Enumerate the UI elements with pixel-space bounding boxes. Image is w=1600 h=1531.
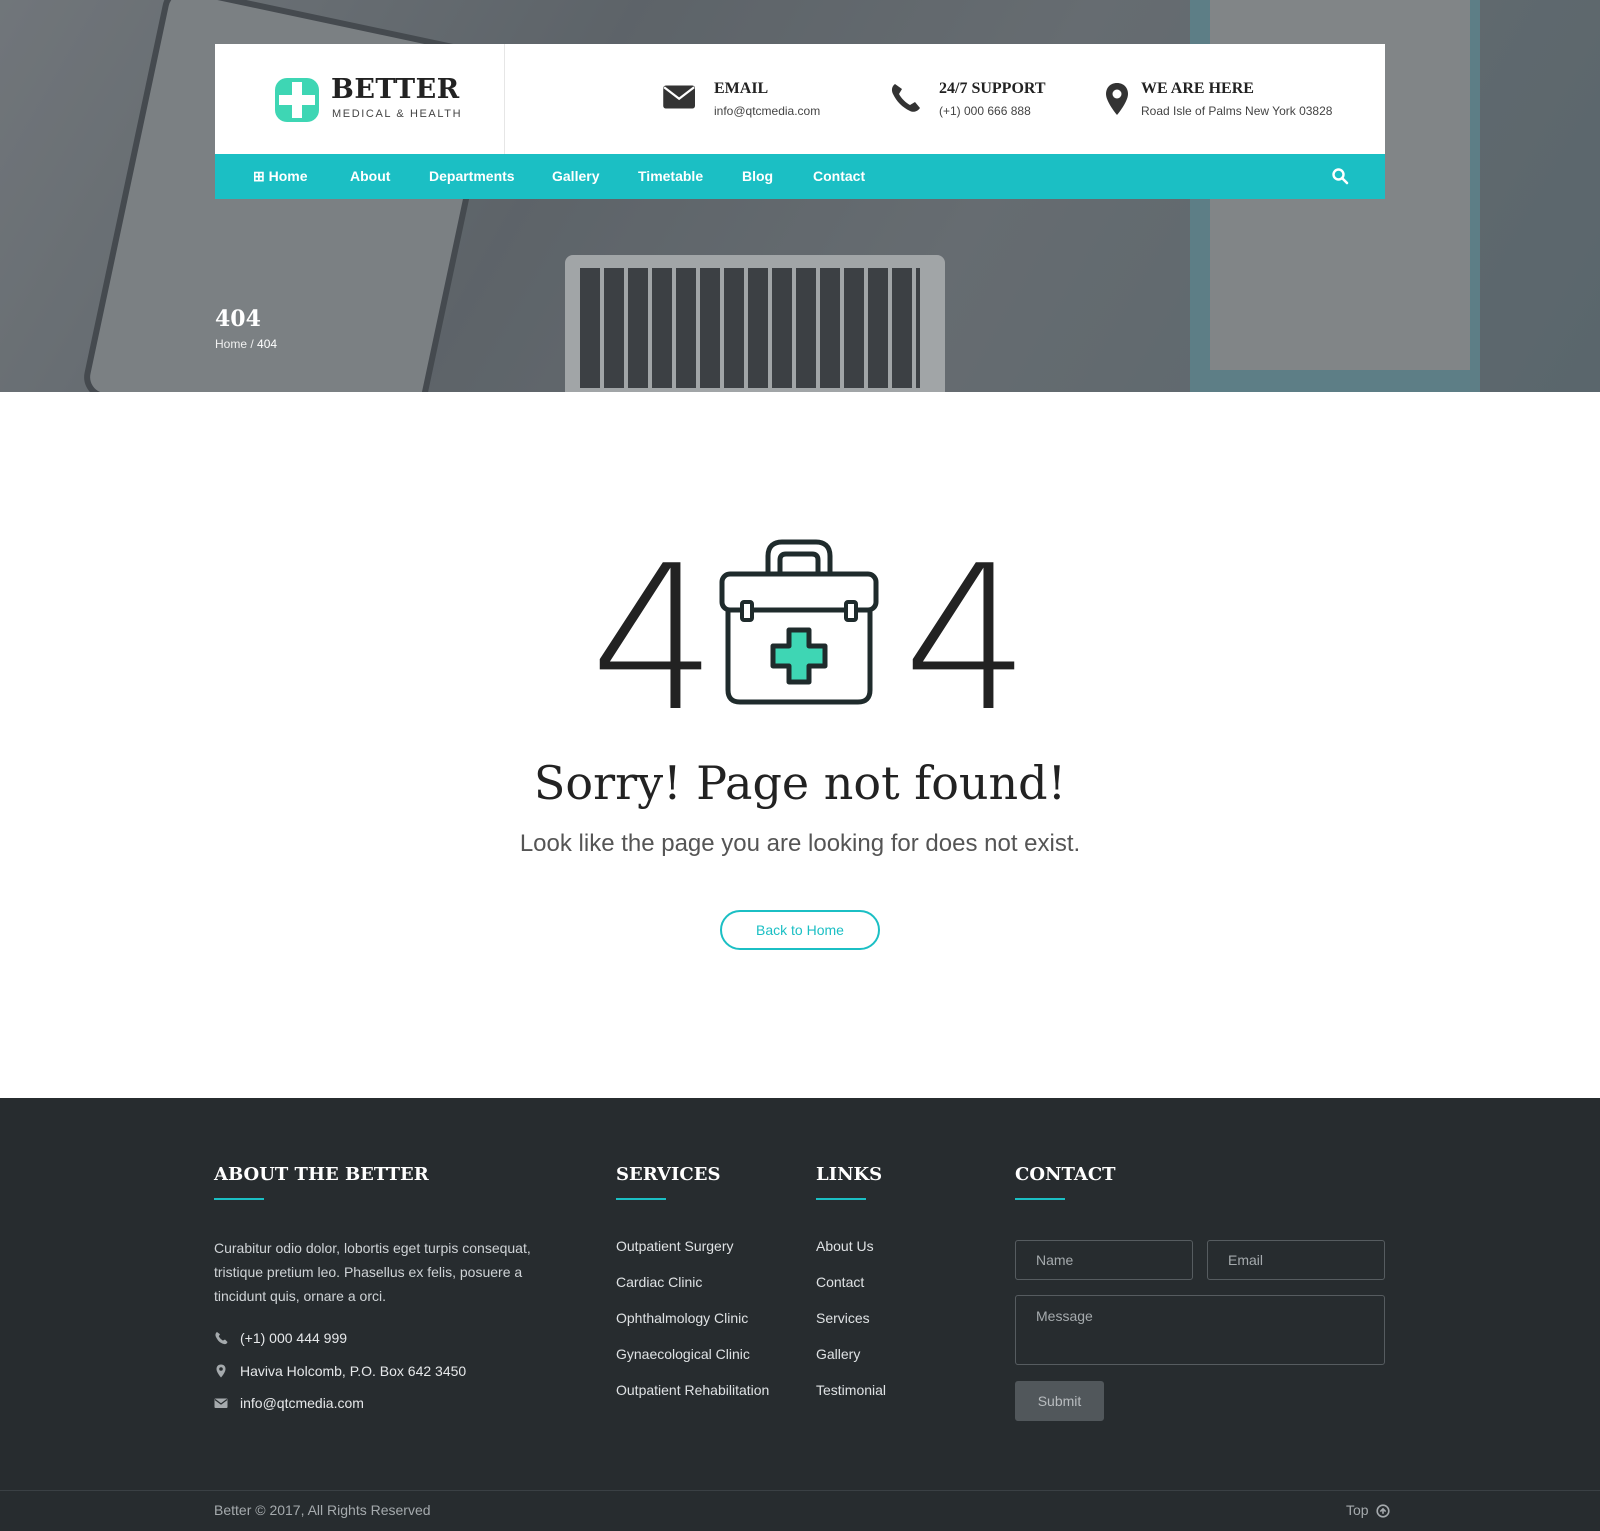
map-marker-icon (1106, 83, 1128, 115)
footer-links-heading: LINKS (816, 1164, 883, 1185)
support-value[interactable]: (+1) 000 666 888 (939, 104, 1031, 118)
logo[interactable]: BETTER MEDICAL & HEALTH (215, 44, 505, 154)
medical-cross-icon (275, 78, 319, 122)
back-to-top-link[interactable]: Top (1346, 1502, 1390, 1518)
email-title: EMAIL (714, 80, 769, 97)
footer-about-underline (214, 1198, 264, 1200)
footer-phone-text[interactable]: (+1) 000 444 999 (240, 1330, 347, 1346)
footer-link[interactable]: About Us (816, 1238, 874, 1254)
envelope-icon (663, 85, 695, 109)
envelope-icon (214, 1398, 228, 1408)
map-marker-icon (216, 1364, 226, 1378)
breadcrumb-current: 404 (257, 337, 278, 351)
footer-service-link[interactable]: Cardiac Clinic (616, 1274, 702, 1290)
back-to-home-button[interactable]: Back to Home (720, 910, 880, 950)
site-footer: ABOUT THE BETTER Curabitur odio dolor, l… (0, 1098, 1600, 1531)
footer-link[interactable]: Gallery (816, 1346, 860, 1362)
error-digit-left: 4 (590, 523, 718, 756)
arrow-up-circle-icon (1376, 1504, 1390, 1518)
location-value: Road Isle of Palms New York 03828 (1141, 104, 1333, 118)
footer-service-link[interactable]: Ophthalmology Clinic (616, 1310, 748, 1326)
first-aid-kit-icon (719, 539, 879, 705)
error-heading: Sorry! Page not found! (533, 756, 1067, 810)
footer-service-link[interactable]: Gynaecological Clinic (616, 1346, 750, 1362)
footer-services-heading: SERVICES (616, 1164, 721, 1185)
phone-icon (891, 84, 920, 112)
email-value[interactable]: info@qtcmedia.com (714, 104, 820, 118)
back-to-top-label: Top (1346, 1502, 1369, 1518)
search-icon[interactable] (1331, 167, 1349, 185)
footer-email-text[interactable]: info@qtcmedia.com (240, 1395, 364, 1411)
contact-email-field[interactable] (1207, 1240, 1385, 1280)
footer-contact-underline (1015, 1198, 1065, 1200)
site-header: BETTER MEDICAL & HEALTH EMAIL info@qtcme… (215, 44, 1385, 154)
error-subheading: Look like the page you are looking for d… (519, 830, 1081, 857)
error-digit-right: 4 (903, 523, 1031, 756)
phone-icon (215, 1332, 228, 1345)
page-title: 404 (215, 306, 261, 332)
footer-about-heading: ABOUT THE BETTER (214, 1164, 429, 1185)
footer-contact-heading: CONTACT (1015, 1164, 1116, 1185)
brand-tagline: MEDICAL & HEALTH (332, 108, 463, 120)
footer-link[interactable]: Testimonial (816, 1382, 886, 1398)
footer-link[interactable]: Contact (816, 1274, 864, 1290)
footer-links-underline (816, 1198, 866, 1200)
nav-about[interactable]: About (350, 154, 390, 199)
footer-services-underline (616, 1198, 666, 1200)
breadcrumb-home[interactable]: Home (215, 337, 247, 351)
footer-about-text: Curabitur odio dolor, lobortis eget turp… (214, 1240, 531, 1304)
copyright: Better © 2017, All Rights Reserved (214, 1502, 431, 1518)
nav-blog[interactable]: Blog (742, 154, 773, 199)
contact-message-field[interactable] (1015, 1295, 1385, 1365)
footer-address-text: Haviva Holcomb, P.O. Box 642 3450 (240, 1363, 467, 1379)
footer-link[interactable]: Services (816, 1310, 870, 1326)
nav-timetable[interactable]: Timetable (638, 154, 703, 199)
support-title: 24/7 SUPPORT (939, 80, 1046, 97)
location-title: WE ARE HERE (1141, 80, 1254, 97)
brand-name: BETTER (331, 74, 460, 105)
hero-banner: BETTER MEDICAL & HEALTH EMAIL info@qtcme… (0, 0, 1600, 392)
breadcrumb-separator: / (250, 337, 254, 351)
footer-service-link[interactable]: Outpatient Surgery (616, 1238, 734, 1254)
contact-name-field[interactable] (1015, 1240, 1193, 1280)
footer-divider (0, 1490, 1600, 1491)
contact-submit-button[interactable]: Submit (1015, 1381, 1104, 1421)
nav-home[interactable]: ⊞ Home (253, 154, 308, 199)
nav-departments[interactable]: Departments (429, 154, 515, 199)
nav-gallery[interactable]: Gallery (552, 154, 599, 199)
nav-contact[interactable]: Contact (813, 154, 865, 199)
breadcrumb: Home / 404 (215, 337, 277, 351)
main-nav: ⊞ Home About Departments Gallery Timetab… (215, 154, 1385, 199)
footer-service-link[interactable]: Outpatient Rehabilitation (616, 1382, 769, 1398)
